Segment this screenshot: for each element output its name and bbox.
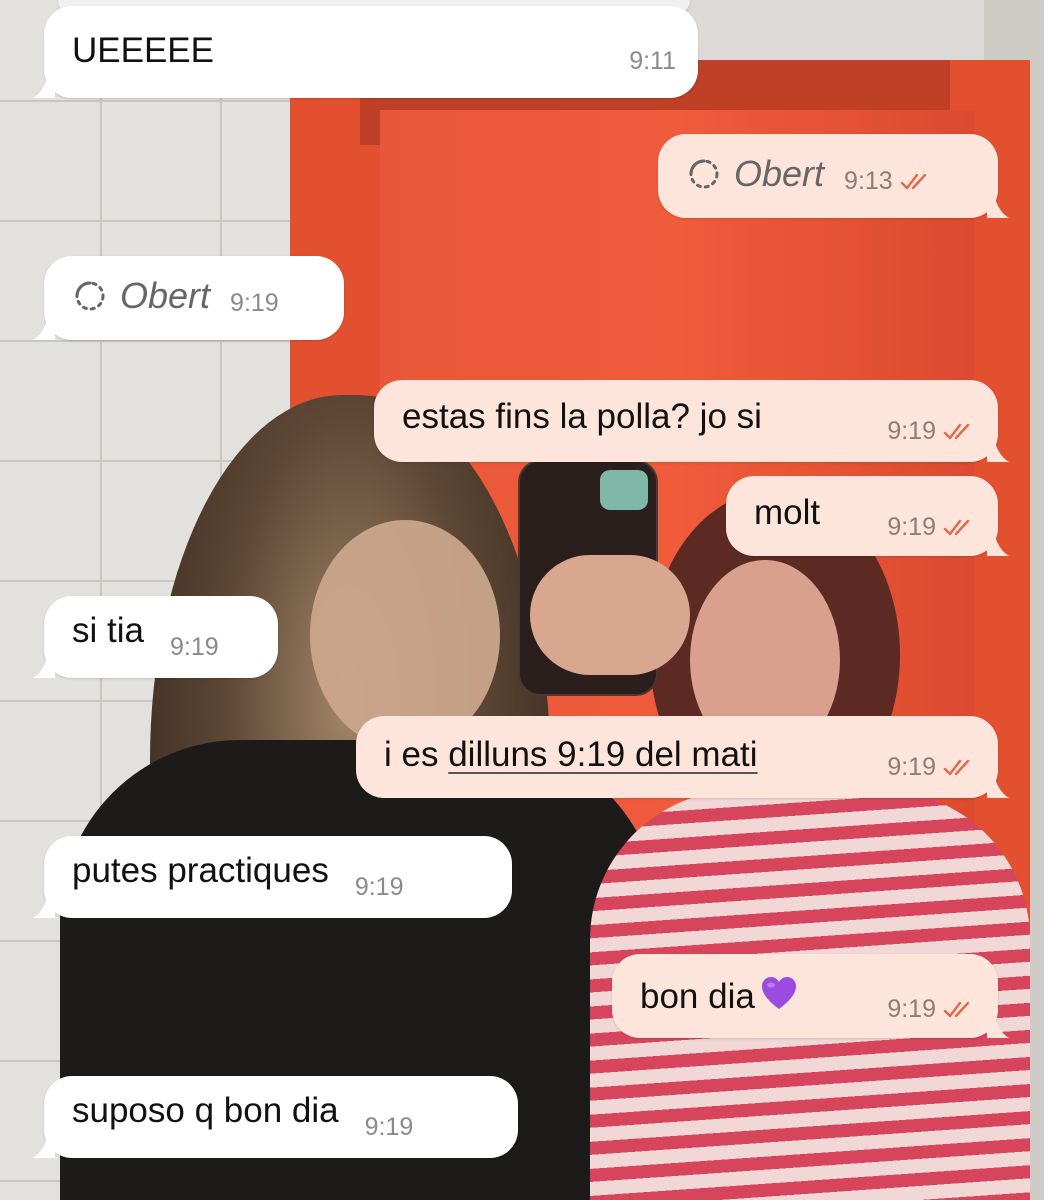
double-check-icon <box>943 1001 970 1017</box>
bubble-tail <box>33 652 55 678</box>
message-text: estas fins la polla? jo si <box>402 397 762 436</box>
message-outgoing[interactable]: estas fins la polla? jo si 9:19 <box>374 380 1009 462</box>
bubble-tail <box>33 1132 55 1158</box>
message-text-body: bon dia <box>640 977 755 1016</box>
double-check-icon <box>943 423 970 439</box>
message-outgoing[interactable]: molt 9:19 <box>726 476 1009 556</box>
double-check-icon <box>900 173 926 189</box>
message-meta: 9:19 <box>365 1115 414 1158</box>
message-outgoing-view-once[interactable]: Obert 9:13 <box>658 134 1009 218</box>
message-time: 9:19 <box>364 1113 414 1141</box>
message-text: UEEEEE <box>72 31 214 70</box>
view-once-label: Obert <box>120 275 211 316</box>
bubble-tail <box>33 314 55 340</box>
message-meta: 9:19 <box>887 997 976 1038</box>
purple-heart-icon <box>761 977 796 1009</box>
message-text: molt <box>754 493 821 532</box>
message-time: 9:19 <box>887 995 936 1023</box>
message-outgoing[interactable]: i es dilluns 9:19 del mati 9:19 <box>356 716 1009 798</box>
message-meta: 9:19 <box>170 635 219 678</box>
bubble-tail <box>987 1012 1009 1038</box>
message-meta: 9:13 <box>844 169 933 218</box>
message-meta: 9:19 <box>230 291 279 340</box>
message-incoming[interactable]: si tia 9:19 <box>33 596 278 678</box>
message-text: suposo q bon dia <box>72 1091 339 1130</box>
message-incoming-view-once[interactable]: Obert 9:19 <box>33 256 344 340</box>
message-meta: 9:19 <box>355 875 404 918</box>
message-time: 9:19 <box>887 513 936 541</box>
message-time: 9:19 <box>887 753 936 781</box>
message-meta: 9:19 <box>887 755 976 798</box>
message-text: bon dia <box>640 974 799 1038</box>
bubble-tail <box>33 72 55 98</box>
message-date-link[interactable]: dilluns 9:19 del mati <box>448 735 757 774</box>
view-once-opened-icon <box>689 159 719 189</box>
double-check-icon <box>943 519 970 535</box>
message-meta: 9:19 <box>887 419 976 462</box>
message-time: 9:19 <box>354 873 404 901</box>
message-incoming[interactable]: putes practiques 9:19 <box>33 836 512 918</box>
view-once-label: Obert <box>734 153 825 194</box>
view-once-opened-icon <box>75 281 105 311</box>
bubble-tail <box>33 892 55 918</box>
message-time: 9:13 <box>844 167 893 195</box>
message-text: putes practiques <box>72 851 329 890</box>
message-text-prefix: i es <box>384 735 449 774</box>
message-time: 9:19 <box>169 633 219 661</box>
bubble-tail <box>987 436 1009 462</box>
message-incoming[interactable]: UEEEEE 9:11 <box>33 6 698 98</box>
wallpaper-hand <box>530 555 690 675</box>
bubble-tail <box>987 772 1009 798</box>
message-time: 9:11 <box>629 47 676 75</box>
double-check-icon <box>943 759 970 775</box>
view-once-content: Obert <box>72 278 210 340</box>
message-time: 9:19 <box>887 417 936 445</box>
message-incoming[interactable]: suposo q bon dia 9:19 <box>33 1076 518 1158</box>
view-once-content: Obert <box>686 156 824 218</box>
message-meta: 9:11 <box>629 49 676 98</box>
bubble-tail <box>987 530 1009 556</box>
message-meta: 9:19 <box>887 515 976 556</box>
message-outgoing[interactable]: bon dia 9:19 <box>612 954 1009 1038</box>
bubble-tail <box>987 192 1009 218</box>
wallpaper-phone-camera <box>600 470 648 510</box>
message-time: 9:19 <box>230 289 279 317</box>
message-text: i es dilluns 9:19 del mati <box>384 737 758 798</box>
message-text: si tia <box>72 611 144 650</box>
